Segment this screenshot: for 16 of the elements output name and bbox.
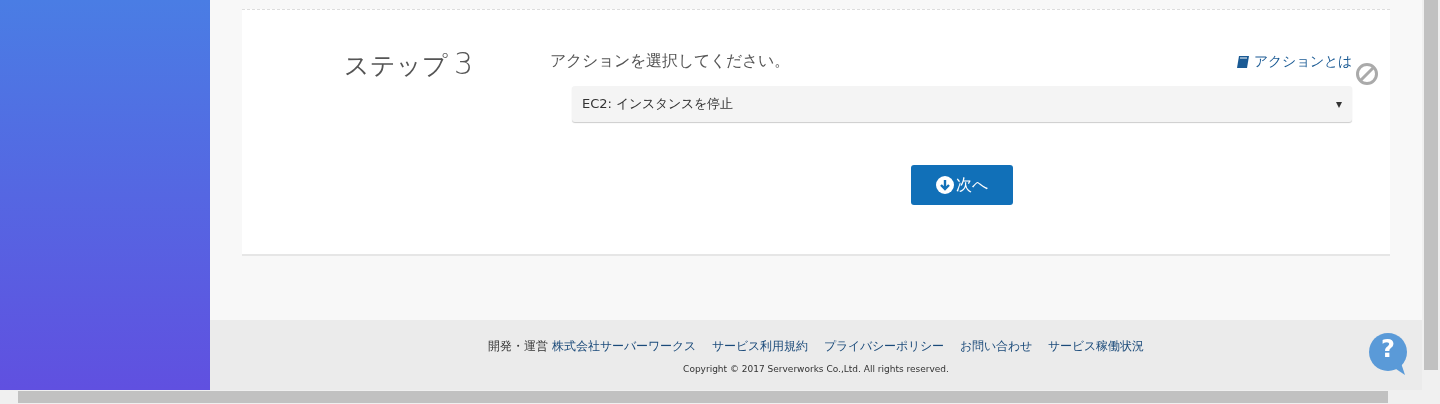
book-icon [1236, 54, 1250, 69]
action-select[interactable]: EC2: インスタンスを停止 ▾ [572, 86, 1352, 122]
credit-text: 開発・運営 株式会社サーバーワークス [488, 338, 696, 355]
prompt-text: アクションを選択してください。 [550, 51, 790, 72]
copyright-text: Copyright © 2017 Serverworks Co.,Ltd. All rights reserved. [683, 364, 949, 374]
down-arrow-icon [936, 176, 954, 194]
footer-link[interactable]: サービス利用規約 [711, 338, 808, 355]
footer-link[interactable]: サービス稼働状況 [1047, 338, 1144, 355]
company-link[interactable]: 株式会社サーバーワークス [551, 339, 696, 353]
vertical-scrollbar[interactable] [1422, 0, 1440, 390]
help-link[interactable]: アクションとは [1236, 52, 1352, 71]
horizontal-scrollbar[interactable] [0, 390, 1440, 404]
next-button[interactable]: 次へ [911, 165, 1013, 205]
footer-link[interactable]: お問い合わせ [959, 338, 1032, 355]
footer-link[interactable]: プライバシーポリシー [823, 338, 944, 355]
step-title: ステップ 3 [343, 45, 475, 83]
